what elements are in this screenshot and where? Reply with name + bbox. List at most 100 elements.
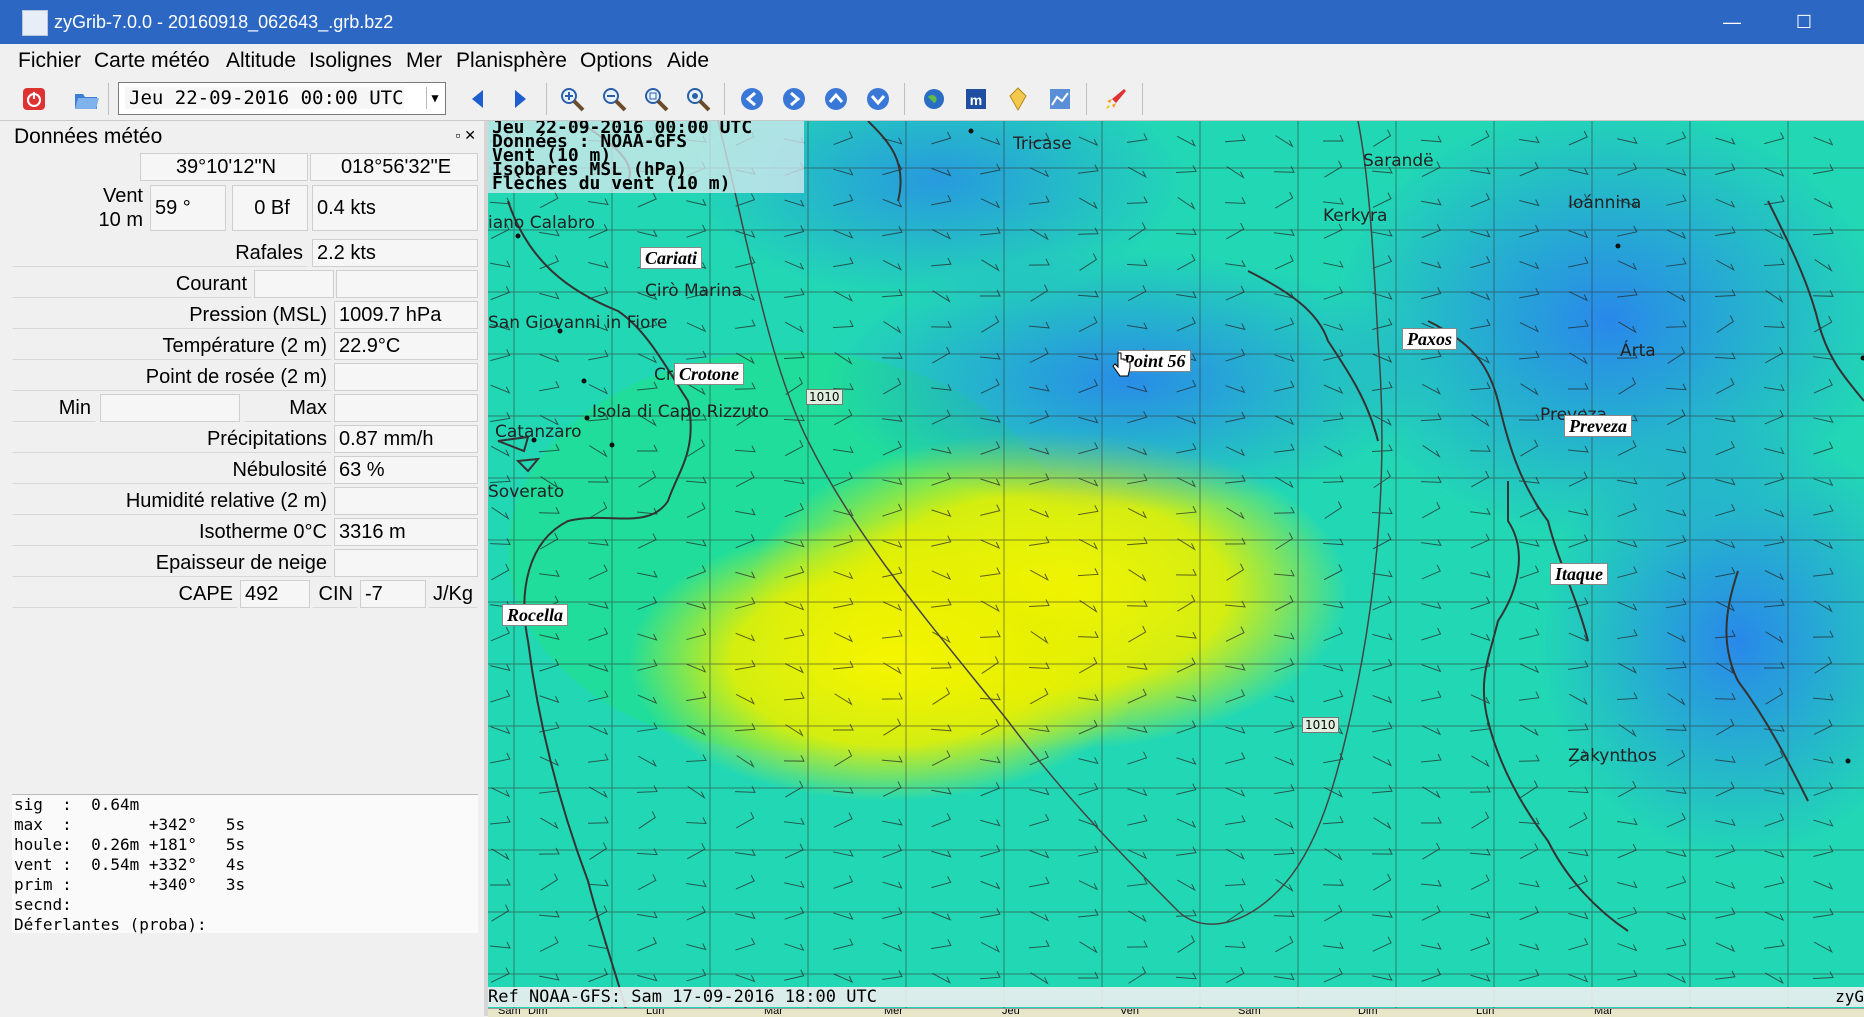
cape-value: 492	[240, 580, 310, 608]
humidity-label: Humidité relative (2 m)	[12, 487, 332, 515]
wind-speed-value: 0.4 kts	[312, 185, 478, 231]
swell-line: prim : +340° 3s	[12, 875, 478, 895]
longitude-value: 018°56'32"E	[310, 153, 478, 181]
cloud-value: 63 %	[334, 456, 478, 484]
menu-aide[interactable]: Aide	[667, 49, 709, 73]
dewpoint-label: Point de rosée (2 m)	[12, 363, 332, 391]
minimize-button[interactable]: —	[1712, 8, 1752, 36]
precipitation-value: 0.87 mm/h	[334, 425, 478, 453]
toolbar-separator	[1086, 83, 1087, 115]
swell-line: secnd:	[12, 895, 478, 915]
pressure-value: 1009.7 hPa	[334, 301, 478, 329]
swell-line: sig : 0.64m	[12, 795, 478, 815]
precipitation-label: Précipitations	[12, 425, 332, 453]
current-value-2	[336, 270, 478, 298]
panel-title: Données météo	[14, 125, 162, 149]
ref-line: Ref NOAA-GFS: Sam 17-09-2016 18:00 UTC	[488, 987, 1864, 1007]
city-label: Árta	[1620, 341, 1656, 361]
poi-marker[interactable]: Crotone	[674, 363, 744, 385]
date-value: Jeu 22-09-2016 00:00 UTC	[125, 87, 404, 109]
window-title: zyGrib-7.0.0 - 20160918_062643_.grb.bz2	[54, 12, 393, 33]
menu-planisphere[interactable]: Planisphère	[456, 49, 567, 73]
swell-line: vent : 0.54m +332° 4s	[12, 855, 478, 875]
wind-beaufort-value: 0 Bf	[232, 185, 308, 231]
chevron-down-icon[interactable]: ▼	[426, 87, 443, 109]
rocket-icon[interactable]	[1102, 85, 1130, 113]
globe-icon[interactable]	[920, 85, 948, 113]
poi-marker[interactable]: Itaque	[1550, 563, 1608, 585]
meteotable-icon[interactable]: m	[962, 85, 990, 113]
city-label: Ioánnina	[1568, 193, 1641, 213]
toolbar-separator	[724, 83, 725, 115]
temperature-value: 22.9°C	[334, 332, 478, 360]
wind-height-label: 10 m	[12, 207, 148, 233]
zoom-out-icon[interactable]	[600, 85, 628, 113]
cape-unit: J/Kg	[428, 580, 478, 608]
cape-label: CAPE	[12, 580, 238, 608]
weather-data-panel: Données météo ▫ ✕ 39°10'12"N 018°56'32"E…	[0, 121, 486, 1016]
zoom-fit-icon[interactable]	[642, 85, 670, 113]
gust-label: Rafales	[12, 239, 308, 267]
city-label: iano Calabro	[488, 213, 595, 233]
menu-mer[interactable]: Mer	[406, 49, 442, 73]
min-value	[100, 394, 240, 422]
panel-float-close-icon[interactable]: ▫ ✕	[455, 127, 476, 144]
poi-marker[interactable]: Paxos	[1402, 328, 1457, 350]
hand-cursor-icon	[1112, 351, 1132, 381]
menu-bar: Fichier Carte météo Altitude Isolignes M…	[0, 44, 1864, 77]
menu-carte-meteo[interactable]: Carte météo	[94, 49, 210, 73]
poi-marker[interactable]: Rocella	[502, 604, 568, 626]
city-label: Cirò Marina	[645, 281, 742, 301]
quit-icon[interactable]	[20, 85, 48, 113]
toolbar: Jeu 22-09-2016 00:00 UTC ▼ m	[0, 77, 1864, 121]
city-label: Catanzaro	[495, 422, 582, 442]
prev-icon[interactable]	[464, 85, 492, 113]
app-icon	[22, 10, 48, 36]
swell-line: houle: 0.26m +181° 5s	[12, 835, 478, 855]
swell-line: max : +342° 5s	[12, 815, 478, 835]
wind-direction-value: 59 °	[150, 185, 226, 231]
current-value-1	[254, 270, 334, 298]
pan-left-icon[interactable]	[738, 85, 766, 113]
city-label: Sarandë	[1363, 151, 1434, 171]
next-icon[interactable]	[506, 85, 534, 113]
maximize-button[interactable]: ☐	[1784, 8, 1824, 36]
city-label: Kerkyra	[1323, 206, 1387, 226]
date-select[interactable]: Jeu 22-09-2016 00:00 UTC ▼	[118, 82, 446, 115]
isotherm-value: 3316 m	[334, 518, 478, 546]
snow-value	[334, 549, 478, 577]
pan-down-icon[interactable]	[864, 85, 892, 113]
temperature-label: Température (2 m)	[12, 332, 332, 360]
pan-up-icon[interactable]	[822, 85, 850, 113]
toolbar-separator	[546, 83, 547, 115]
menu-options[interactable]: Options	[580, 49, 652, 73]
humidity-value	[334, 487, 478, 515]
poi-marker[interactable]: Cariati	[640, 247, 702, 269]
isobar-label: 1010	[806, 389, 843, 405]
meteogram-icon[interactable]	[1046, 85, 1074, 113]
pan-right-icon[interactable]	[780, 85, 808, 113]
isobar-label: 1010	[1302, 717, 1339, 733]
menu-altitude[interactable]: Altitude	[226, 49, 296, 73]
cin-label: CIN	[312, 580, 358, 608]
menu-isolignes[interactable]: Isolignes	[309, 49, 392, 73]
max-value	[334, 394, 478, 422]
city-label: Zakynthos	[1568, 746, 1657, 766]
weather-map[interactable]: Jeu 22-09-2016 00:00 UTC Données : NOAA-…	[488, 121, 1864, 1016]
min-label: Min	[12, 394, 96, 422]
dewpoint-value	[334, 363, 478, 391]
swell-info: sig : 0.64m max : +342° 5s houle: 0.26m …	[12, 794, 478, 933]
poi-icon[interactable]	[1004, 85, 1032, 113]
map-header: Jeu 22-09-2016 00:00 UTC Données : NOAA-…	[488, 121, 804, 193]
city-label: San Giovanni in Fiore	[488, 313, 667, 333]
latitude-value: 39°10'12"N	[140, 153, 308, 181]
zoom-all-icon[interactable]	[684, 85, 712, 113]
zoom-in-icon[interactable]	[558, 85, 586, 113]
open-file-icon[interactable]	[72, 85, 100, 113]
poi-marker[interactable]: Preveza	[1564, 415, 1632, 437]
city-label: Isola di Capo Rizzuto	[592, 402, 769, 422]
city-label: Soverato	[488, 482, 564, 502]
menu-fichier[interactable]: Fichier	[18, 49, 81, 73]
current-label: Courant	[12, 270, 252, 298]
svg-text:m: m	[970, 92, 982, 108]
